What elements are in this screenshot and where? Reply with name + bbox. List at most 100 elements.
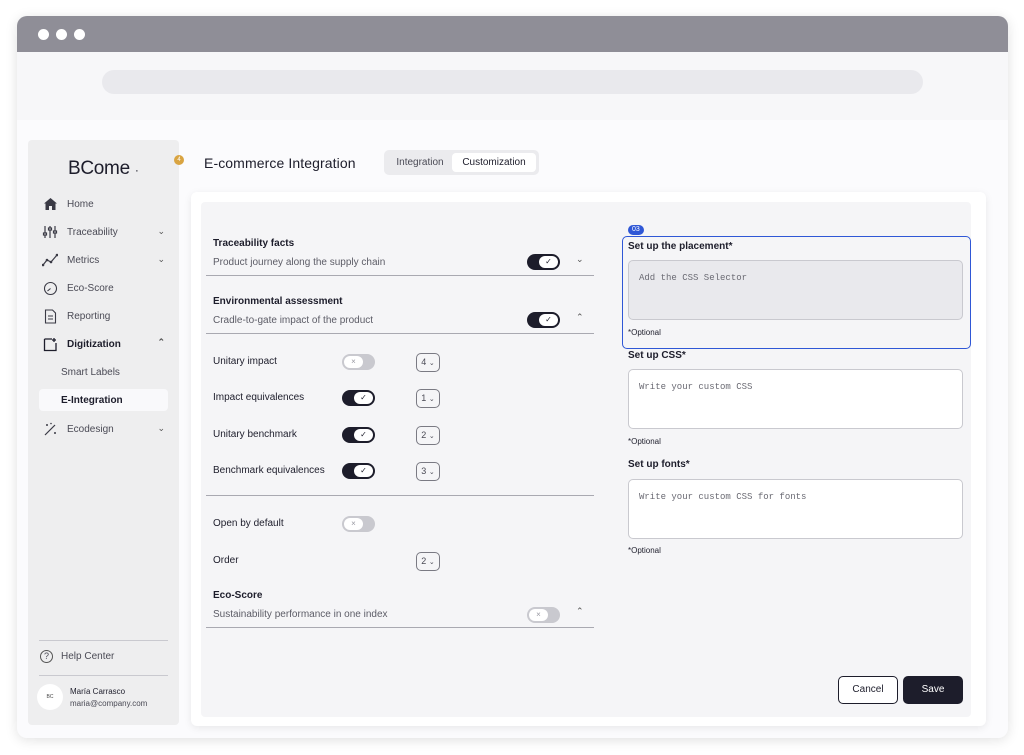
- tab-group: Integration Customization: [384, 150, 539, 175]
- chevron-down-icon[interactable]: ⌄: [576, 254, 584, 265]
- environmental-toggle[interactable]: ✓: [527, 312, 560, 328]
- impact-equivalences-toggle[interactable]: ✓: [342, 390, 375, 406]
- unitary-benchmark-toggle[interactable]: ✓: [342, 427, 375, 443]
- chevron-down-icon: ⌄: [157, 226, 165, 236]
- close-icon: ×: [344, 356, 363, 368]
- sidebar-item-label: Digitization: [67, 338, 121, 350]
- sidebar-item-reporting[interactable]: Reporting: [28, 305, 179, 327]
- environmental-subtitle: Cradle-to-gate impact of the product: [213, 315, 374, 326]
- tab-integration[interactable]: Integration: [388, 153, 452, 172]
- custom-css-input[interactable]: Write your custom CSS: [628, 369, 963, 429]
- unitary-benchmark-label: Unitary benchmark: [213, 429, 297, 440]
- step-badge: 03: [628, 225, 644, 235]
- user-name: María Carrasco: [70, 686, 126, 696]
- divider: [206, 495, 594, 496]
- css-selector-input[interactable]: Add the CSS Selector: [628, 260, 963, 320]
- tab-customization[interactable]: Customization: [452, 153, 536, 172]
- title-bar: [17, 16, 1008, 52]
- sidebar-item-label: Reporting: [67, 310, 111, 322]
- sidebar-item-label: Home: [67, 198, 94, 210]
- benchmark-equivalences-toggle[interactable]: ✓: [342, 463, 375, 479]
- sidebar-item-label: Traceability: [67, 226, 118, 238]
- custom-fonts-input[interactable]: Write your custom CSS for fonts: [628, 479, 963, 539]
- sidebar-item-metrics[interactable]: Metrics ⌄: [28, 249, 179, 271]
- user-profile[interactable]: BC María Carrasco maria@company.com: [37, 684, 147, 710]
- sidebar-subitem-smart-labels[interactable]: Smart Labels: [39, 361, 168, 383]
- impact-equivalences-label: Impact equivalences: [213, 392, 305, 403]
- sidebar-item-label: Metrics: [67, 254, 100, 266]
- sidebar-item-traceability[interactable]: Traceability ⌄: [28, 221, 179, 243]
- css-optional-note: *Optional: [628, 437, 661, 446]
- unitary-impact-label: Unitary impact: [213, 356, 277, 367]
- page-title: E-commerce Integration: [204, 155, 356, 171]
- save-button[interactable]: Save: [903, 676, 963, 704]
- configuration-panel: Traceability facts Product journey along…: [201, 202, 971, 717]
- eco-score-subtitle: Sustainability performance in one index: [213, 609, 388, 620]
- open-by-default-toggle[interactable]: ×: [342, 516, 375, 532]
- sidebar-item-digitization[interactable]: Digitization ⌃: [28, 333, 179, 355]
- sidebar-item-label: Ecodesign: [67, 423, 114, 435]
- help-center-link[interactable]: ? Help Center: [40, 650, 114, 663]
- divider: [206, 275, 594, 276]
- chevron-down-icon: ⌄: [157, 423, 165, 433]
- environmental-title: Environmental assessment: [213, 296, 343, 307]
- window-dot-icon[interactable]: [74, 29, 85, 40]
- chart-line-icon: [42, 252, 58, 268]
- chevron-up-icon[interactable]: ⌃: [576, 312, 584, 323]
- order-select[interactable]: 2 ⌄: [416, 552, 440, 571]
- window-dot-icon[interactable]: [38, 29, 49, 40]
- check-icon: ✓: [539, 256, 558, 268]
- cancel-button[interactable]: Cancel: [838, 676, 898, 704]
- wand-icon: [42, 421, 58, 437]
- unitary-impact-order-select[interactable]: 4 ⌄: [416, 353, 440, 372]
- eco-score-title: Eco-Score: [213, 590, 263, 601]
- placement-optional-note: *Optional: [628, 328, 661, 337]
- divider: [39, 640, 168, 641]
- sidebar-item-ecodesign[interactable]: Ecodesign ⌄: [28, 418, 179, 440]
- chevron-up-icon: ⌃: [157, 337, 165, 347]
- placement-title: Set up the placement*: [628, 241, 733, 252]
- css-title: Set up CSS*: [628, 350, 686, 361]
- sliders-icon: [42, 224, 58, 240]
- divider: [206, 333, 594, 334]
- divider: [206, 627, 594, 628]
- document-icon: [42, 308, 58, 324]
- fonts-title: Set up fonts*: [628, 459, 690, 470]
- traceability-toggle[interactable]: ✓: [527, 254, 560, 270]
- benchmark-equivalences-order-select[interactable]: 3 ⌄: [416, 462, 440, 481]
- traceability-subtitle: Product journey along the supply chain: [213, 257, 386, 268]
- avatar: BC: [37, 684, 63, 710]
- home-icon: [42, 196, 58, 212]
- browser-window: BCome · 4 Home Traceability ⌄ Metrics ⌄ …: [17, 16, 1008, 738]
- eco-score-toggle[interactable]: ×: [527, 607, 560, 623]
- sidebar-item-home[interactable]: Home: [28, 193, 179, 215]
- open-by-default-label: Open by default: [213, 518, 284, 529]
- unitary-impact-toggle[interactable]: ×: [342, 354, 375, 370]
- help-label: Help Center: [61, 651, 115, 662]
- unitary-benchmark-order-select[interactable]: 2 ⌄: [416, 426, 440, 445]
- sidebar-subitem-e-integration[interactable]: E-Integration: [39, 389, 168, 411]
- traceability-title: Traceability facts: [213, 238, 295, 249]
- chevron-up-icon[interactable]: ⌃: [576, 606, 584, 617]
- digitization-icon: [42, 336, 58, 352]
- check-icon: ✓: [539, 314, 558, 326]
- chevron-down-icon: ⌄: [157, 254, 165, 264]
- close-icon: ×: [344, 518, 363, 530]
- window-dot-icon[interactable]: [56, 29, 67, 40]
- main-card: Traceability facts Product journey along…: [191, 192, 986, 726]
- sidebar-item-label: Eco-Score: [67, 282, 114, 294]
- user-email: maria@company.com: [70, 698, 148, 708]
- sidebar: BCome · 4 Home Traceability ⌄ Metrics ⌄ …: [28, 140, 184, 725]
- impact-equivalences-order-select[interactable]: 1 ⌄: [416, 389, 440, 408]
- app-content: BCome · 4 Home Traceability ⌄ Metrics ⌄ …: [17, 120, 1008, 738]
- benchmark-equivalences-label: Benchmark equivalences: [213, 465, 325, 476]
- help-icon: ?: [40, 650, 53, 663]
- sidebar-item-eco-score[interactable]: Eco-Score: [28, 277, 179, 299]
- address-area: [17, 52, 1008, 120]
- check-icon: ✓: [354, 429, 373, 441]
- notification-badge[interactable]: 4: [174, 155, 184, 165]
- address-bar[interactable]: [102, 70, 923, 94]
- order-label: Order: [213, 555, 239, 566]
- check-icon: ✓: [354, 392, 373, 404]
- gauge-icon: [42, 280, 58, 296]
